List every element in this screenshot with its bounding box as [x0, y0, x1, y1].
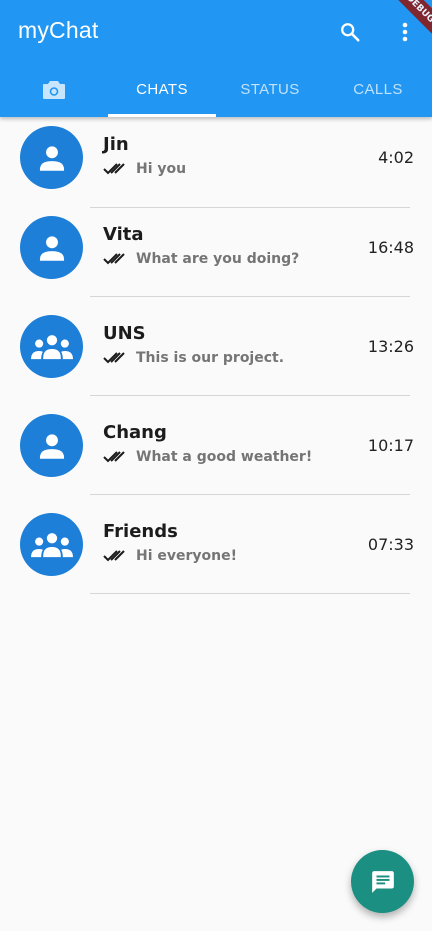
chat-time: 10:17: [367, 436, 414, 455]
person-icon: [39, 433, 64, 459]
chat-row[interactable]: UNS This is our project. 13:26: [0, 306, 432, 405]
group-icon: [30, 334, 73, 359]
tab-status[interactable]: STATUS: [216, 62, 324, 117]
chat-time: 16:48: [367, 238, 414, 257]
double-check-icon: [103, 550, 125, 562]
more-vert-icon: [402, 22, 408, 42]
avatar: [20, 126, 83, 189]
chat-message: What are you doing?: [136, 251, 300, 267]
chat-message: What a good weather!: [136, 449, 313, 465]
camera-icon: [43, 80, 65, 99]
tab-bar: CHATS STATUS CALLS: [0, 62, 432, 117]
search-button[interactable]: [332, 14, 368, 50]
divider: [90, 593, 410, 594]
avatar: [20, 216, 83, 279]
chat-message: Hi everyone!: [136, 548, 238, 564]
chat-row[interactable]: Vita What are you doing? 16:48: [0, 207, 432, 306]
app-title: myChat: [18, 17, 99, 43]
chat-name: Chang: [103, 422, 167, 443]
chat-time: 07:33: [367, 535, 414, 554]
chat-name: Friends: [103, 521, 178, 542]
chat-preview: This is our project.: [103, 350, 284, 366]
chat-time: 13:26: [367, 337, 414, 356]
chat-list: Jin Hi you 4:02 Vita What are you doing?…: [0, 117, 432, 603]
avatar: [20, 414, 83, 477]
tab-calls[interactable]: CALLS: [324, 62, 432, 117]
double-check-icon: [103, 163, 125, 175]
person-icon: [39, 235, 64, 261]
chat-message: This is our project.: [136, 350, 285, 366]
search-icon: [341, 23, 360, 42]
chat-row[interactable]: Friends Hi everyone! 07:33: [0, 504, 432, 603]
message-icon: [371, 870, 394, 893]
tab-indicator: [108, 114, 216, 117]
chat-preview: Hi everyone!: [103, 548, 237, 564]
avatar: [20, 513, 83, 576]
double-check-icon: [103, 253, 125, 265]
tab-camera[interactable]: [0, 62, 108, 117]
chat-row[interactable]: Chang What a good weather! 10:17: [0, 405, 432, 504]
tab-chats[interactable]: CHATS: [108, 62, 216, 117]
person-icon: [39, 145, 64, 171]
divider: [90, 296, 410, 297]
chat-name: UNS: [103, 323, 146, 344]
chat-time: 4:02: [378, 148, 414, 167]
app-bar: myChat DEBUG CHATS STATUS CALLS: [0, 0, 432, 117]
chat-row[interactable]: Jin Hi you 4:02: [0, 117, 432, 208]
new-chat-button[interactable]: [351, 850, 414, 913]
divider: [90, 395, 410, 396]
double-check-icon: [103, 451, 125, 463]
avatar: [20, 315, 83, 378]
divider: [90, 494, 410, 495]
chat-message: Hi you: [136, 161, 187, 177]
double-check-icon: [103, 352, 125, 364]
chat-preview: What are you doing?: [103, 251, 299, 267]
chat-preview: Hi you: [103, 161, 186, 177]
group-icon: [30, 532, 73, 557]
chat-name: Jin: [103, 134, 129, 155]
app-screen: myChat DEBUG CHATS STATUS CALLS Jin Hi y…: [0, 0, 432, 931]
chat-name: Vita: [103, 224, 144, 245]
chat-preview: What a good weather!: [103, 449, 312, 465]
